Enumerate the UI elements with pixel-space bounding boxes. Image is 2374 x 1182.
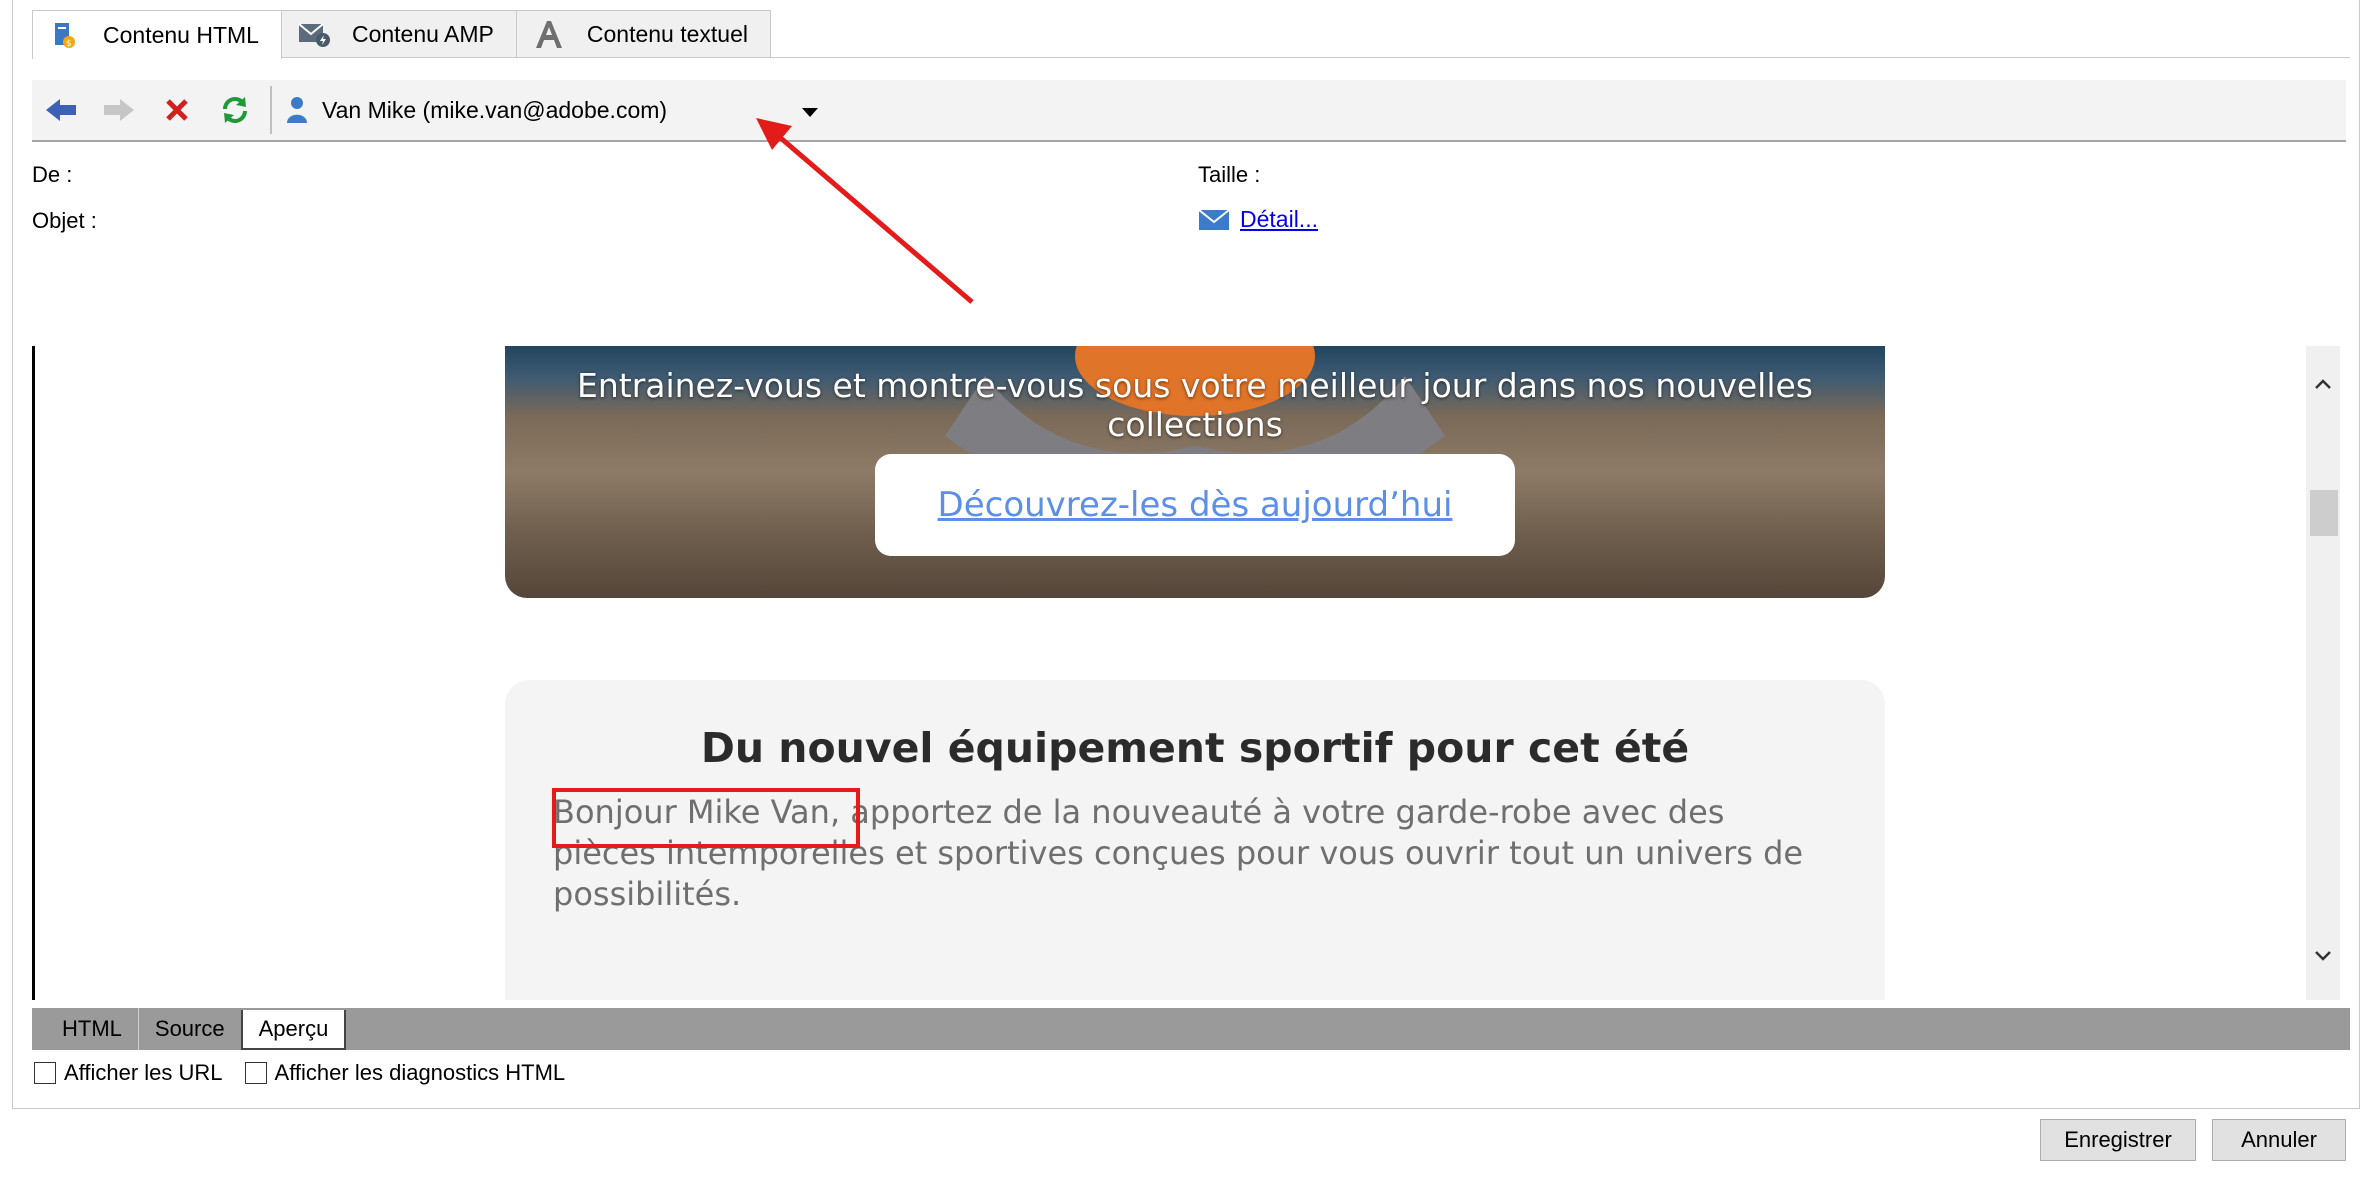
refresh-button[interactable] (206, 86, 264, 134)
show-diagnostics-checkbox[interactable] (244, 1062, 267, 1084)
tab-text-content[interactable]: Contenu textuel (515, 10, 772, 57)
cancel-button[interactable]: Annuler (2212, 1119, 2346, 1161)
delete-button[interactable] (148, 86, 206, 134)
forward-button[interactable] (90, 86, 148, 134)
view-tab-source[interactable]: Source (137, 1008, 241, 1050)
email-preview: Entrainez-vous et montre-vous sous votre… (32, 346, 2347, 1000)
card-heading: Du nouvel équipement sportif pour cet ét… (700, 724, 1690, 772)
toolbar-separator (270, 86, 272, 134)
arrow-right-icon (104, 99, 134, 121)
tab-divider (32, 57, 2350, 58)
back-button[interactable] (32, 86, 90, 134)
show-urls-label: Afficher les URL (64, 1060, 223, 1085)
size-label: Taille : (1198, 162, 1261, 187)
arrow-left-icon (46, 99, 76, 121)
content-tabs: $ Contenu HTML Contenu AMP Contenu textu… (32, 10, 772, 59)
hero-text: Entrainez-vous et montre-vous sous votre… (576, 366, 1814, 444)
html-content-icon: $ (49, 19, 81, 51)
show-diagnostics-option[interactable]: Afficher les diagnostics HTML (244, 1060, 566, 1086)
greeting-highlight (552, 788, 860, 848)
tab-label: Contenu textuel (586, 20, 749, 47)
recipient-label: Van Mike (mike.van@adobe.com) (322, 96, 668, 123)
cta-link[interactable]: Découvrez-les dès aujourd’hui (938, 485, 1453, 525)
preview-scrollbar[interactable] (2306, 346, 2340, 1000)
show-urls-option[interactable]: Afficher les URL (34, 1060, 223, 1086)
view-tab-html[interactable]: HTML (32, 1008, 138, 1050)
chevron-down-icon (2315, 951, 2331, 961)
view-tab-preview[interactable]: Aperçu (240, 1010, 347, 1050)
chevron-up-icon (2315, 379, 2331, 389)
show-diagnostics-label: Afficher les diagnostics HTML (274, 1060, 566, 1085)
show-urls-checkbox[interactable] (34, 1062, 56, 1084)
view-tab-bar: HTML Source Aperçu (32, 1008, 2350, 1050)
svg-text:$: $ (66, 39, 72, 49)
hero-banner: Entrainez-vous et montre-vous sous votre… (505, 346, 1885, 598)
cta-button[interactable]: Découvrez-les dès aujourd’hui (875, 454, 1515, 556)
text-content-icon (533, 18, 565, 50)
envelope-icon (1198, 208, 1230, 230)
subject-label: Objet : (32, 208, 97, 233)
refresh-icon (223, 97, 247, 123)
chevron-down-icon[interactable] (802, 108, 818, 117)
tab-label: Contenu AMP (351, 20, 494, 47)
tab-label: Contenu HTML (103, 21, 259, 48)
scrollbar-thumb[interactable] (2310, 490, 2338, 536)
close-icon (166, 99, 188, 121)
recipient-selector[interactable]: Van Mike (mike.van@adobe.com) (286, 96, 846, 124)
detail-link-text[interactable]: Détail... (1240, 206, 1318, 233)
save-button[interactable]: Enregistrer (2040, 1119, 2196, 1161)
preview-toolbar: Van Mike (mike.van@adobe.com) (32, 80, 2346, 142)
amp-content-icon (298, 18, 330, 50)
tab-html-content[interactable]: $ Contenu HTML (32, 10, 282, 59)
detail-link[interactable]: Détail... (1198, 206, 1318, 233)
from-label: De : (32, 162, 73, 187)
preview-options: Afficher les URL Afficher les diagnostic… (34, 1060, 565, 1086)
user-icon (287, 97, 307, 123)
tab-amp-content[interactable]: Contenu AMP (280, 10, 517, 57)
